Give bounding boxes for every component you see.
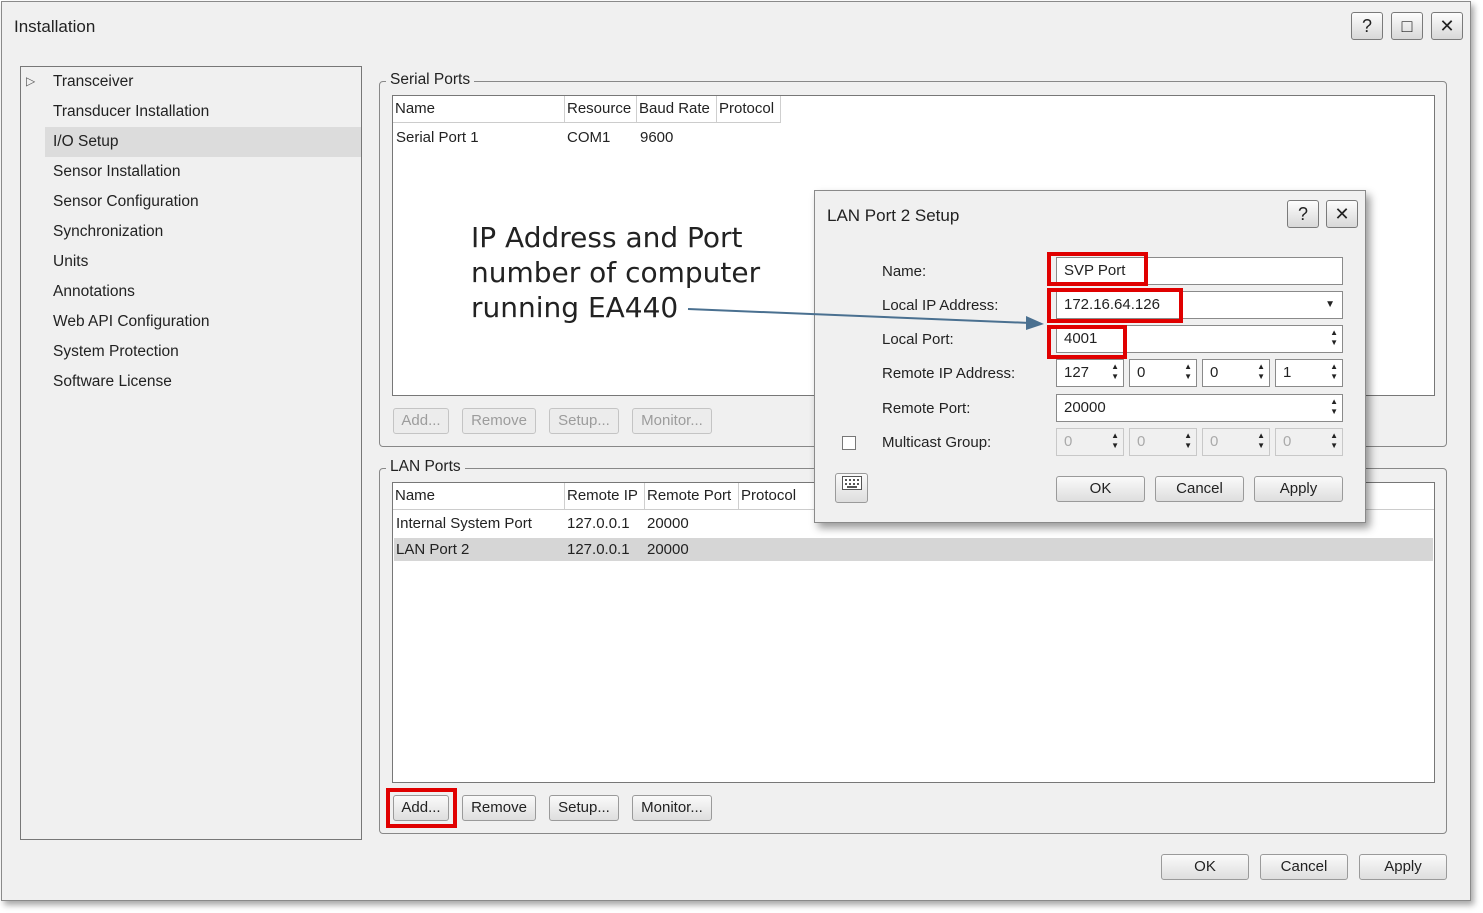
callout-arrow	[687, 308, 1044, 330]
